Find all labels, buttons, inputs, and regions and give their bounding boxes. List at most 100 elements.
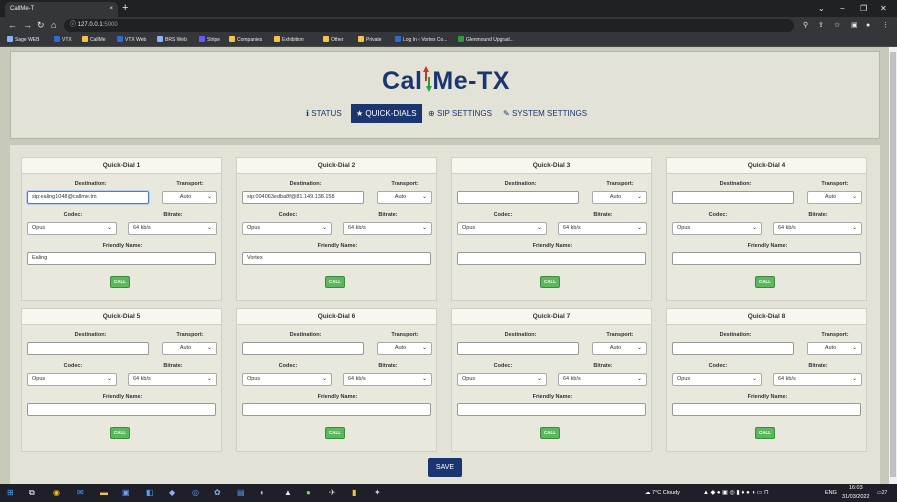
bookmark-item[interactable]: Private: [358, 34, 382, 47]
clock[interactable]: 16:03 31/03/2022: [842, 484, 870, 502]
transport-select[interactable]: Auto ⌄: [377, 191, 432, 204]
app-icon[interactable]: ◧: [146, 484, 154, 502]
tab-quick-dials[interactable]: ★ QUICK-DIALS: [351, 104, 422, 123]
profile-icon[interactable]: ●: [866, 17, 870, 34]
share-icon[interactable]: ⇪: [818, 17, 824, 34]
outlook-icon[interactable]: ✉: [77, 484, 84, 502]
sidebar-icon[interactable]: ▣: [851, 17, 858, 34]
friendly-name-input[interactable]: [457, 403, 646, 416]
scrollbar[interactable]: [889, 47, 897, 484]
bookmark-item[interactable]: Other: [323, 34, 344, 47]
menu-icon[interactable]: ⋮: [882, 17, 889, 34]
chrome-icon[interactable]: ◉: [53, 484, 60, 502]
transport-select[interactable]: Auto ⌄: [807, 191, 862, 204]
codec-select[interactable]: Opus ⌄: [27, 373, 117, 386]
tab-status[interactable]: ℹ STATUS: [306, 104, 342, 123]
weather-widget[interactable]: ☁ 7°C Cloudy: [645, 484, 680, 502]
back-icon[interactable]: ←: [8, 17, 17, 34]
codec-select[interactable]: Opus ⌄: [27, 222, 117, 235]
friendly-name-input[interactable]: Ealing: [27, 252, 216, 265]
app-icon[interactable]: ◐: [260, 484, 265, 502]
codec-select[interactable]: Opus ⌄: [672, 373, 762, 386]
bitrate-select[interactable]: 64 kb/s ⌄: [558, 373, 647, 386]
transport-select[interactable]: Auto ⌄: [592, 191, 647, 204]
codec-select[interactable]: Opus ⌄: [672, 222, 762, 235]
app-icon[interactable]: ✈: [329, 484, 336, 502]
file-explorer-icon[interactable]: ▬: [100, 484, 108, 502]
bitrate-select[interactable]: 64 kb/s ⌄: [343, 373, 432, 386]
app-icon[interactable]: ✦: [374, 484, 381, 502]
bookmark-item[interactable]: Companies: [229, 34, 262, 47]
browser-tab[interactable]: CallMe-T ×: [5, 2, 118, 17]
bookmark-item[interactable]: Sage WEB: [7, 34, 39, 47]
forward-icon[interactable]: →: [23, 17, 32, 34]
call-button[interactable]: CALL: [110, 427, 130, 439]
teams-icon[interactable]: ◆: [169, 484, 175, 502]
tab-system-settings[interactable]: ✎ SYSTEM SETTINGS: [503, 104, 587, 123]
destination-input[interactable]: [242, 342, 364, 355]
destination-input[interactable]: [672, 342, 794, 355]
transport-select[interactable]: Auto ⌄: [162, 342, 217, 355]
friendly-name-input[interactable]: [672, 403, 861, 416]
friendly-name-input[interactable]: [27, 403, 216, 416]
friendly-name-input[interactable]: [672, 252, 861, 265]
transport-select[interactable]: Auto ⌄: [807, 342, 862, 355]
tab-sip-settings[interactable]: ⊕ SIP SETTINGS: [428, 104, 492, 123]
bookmark-item[interactable]: Log In ‹ Vortex Co...: [395, 34, 447, 47]
bookmark-star-icon[interactable]: ☆: [834, 17, 840, 34]
bookmark-item[interactable]: BRS Web: [157, 34, 187, 47]
language-indicator[interactable]: ENG: [825, 484, 837, 502]
destination-input[interactable]: sip:ealing1048@callme.tm: [27, 191, 149, 204]
close-window-button[interactable]: ✕: [880, 1, 887, 16]
bitrate-select[interactable]: 64 kb/s ⌄: [773, 373, 862, 386]
codec-select[interactable]: Opus ⌄: [242, 222, 332, 235]
zoom-icon[interactable]: ⚲: [803, 17, 808, 34]
call-button[interactable]: CALL: [540, 427, 560, 439]
destination-input[interactable]: [27, 342, 149, 355]
new-tab-button[interactable]: +: [122, 1, 128, 16]
destination-input[interactable]: [672, 191, 794, 204]
destination-input[interactable]: [457, 191, 579, 204]
app-icon[interactable]: ▣: [122, 484, 130, 502]
call-button[interactable]: CALL: [540, 276, 560, 288]
bookmark-item[interactable]: VTX Web: [117, 34, 146, 47]
codec-select[interactable]: Opus ⌄: [457, 222, 547, 235]
destination-input[interactable]: sip:004063edba8f@81.149.138.158: [242, 191, 364, 204]
transport-select[interactable]: Auto ⌄: [377, 342, 432, 355]
notifications-icon[interactable]: ▭27: [877, 484, 887, 502]
friendly-name-input[interactable]: [242, 403, 431, 416]
friendly-name-input[interactable]: [457, 252, 646, 265]
bitrate-select[interactable]: 64 kb/s ⌄: [343, 222, 432, 235]
bitrate-select[interactable]: 64 kb/s ⌄: [558, 222, 647, 235]
app-icon[interactable]: ◎: [192, 484, 199, 502]
scrollbar-thumb[interactable]: [890, 52, 896, 477]
transport-select[interactable]: Auto ⌄: [592, 342, 647, 355]
windows-start-icon[interactable]: ⊞: [7, 484, 14, 502]
reload-icon[interactable]: ↻: [37, 17, 45, 34]
transport-select[interactable]: Auto ⌄: [162, 191, 217, 204]
bookmark-item[interactable]: Exhibition: [274, 34, 304, 47]
save-button[interactable]: SAVE: [428, 458, 462, 477]
call-button[interactable]: CALL: [110, 276, 130, 288]
call-button[interactable]: CALL: [755, 427, 775, 439]
bookmark-item[interactable]: VTX: [54, 34, 72, 47]
system-tray-icons[interactable]: ▲ ◆ ● ▣ ◎ ▮ ♦ ● ◑ ▭ ⊓: [703, 484, 769, 502]
app-icon[interactable]: ●: [306, 484, 311, 502]
call-button[interactable]: CALL: [325, 427, 345, 439]
task-view-icon[interactable]: ⧉: [29, 484, 35, 502]
tab-close-icon[interactable]: ×: [109, 2, 113, 17]
app-icon[interactable]: ▤: [237, 484, 245, 502]
tab-search-icon[interactable]: ⌄: [818, 1, 825, 16]
bookmark-item[interactable]: Glenmound Upgrad...: [458, 34, 514, 47]
bitrate-select[interactable]: 64 kb/s ⌄: [128, 222, 217, 235]
bitrate-select[interactable]: 64 kb/s ⌄: [128, 373, 217, 386]
minimize-button[interactable]: −: [840, 1, 845, 16]
bitrate-select[interactable]: 64 kb/s ⌄: [773, 222, 862, 235]
destination-input[interactable]: [457, 342, 579, 355]
call-button[interactable]: CALL: [325, 276, 345, 288]
codec-select[interactable]: Opus ⌄: [242, 373, 332, 386]
home-icon[interactable]: ⌂: [51, 17, 56, 34]
friendly-name-input[interactable]: Vortex: [242, 252, 431, 265]
codec-select[interactable]: Opus ⌄: [457, 373, 547, 386]
bookmark-item[interactable]: CallMe: [82, 34, 106, 47]
